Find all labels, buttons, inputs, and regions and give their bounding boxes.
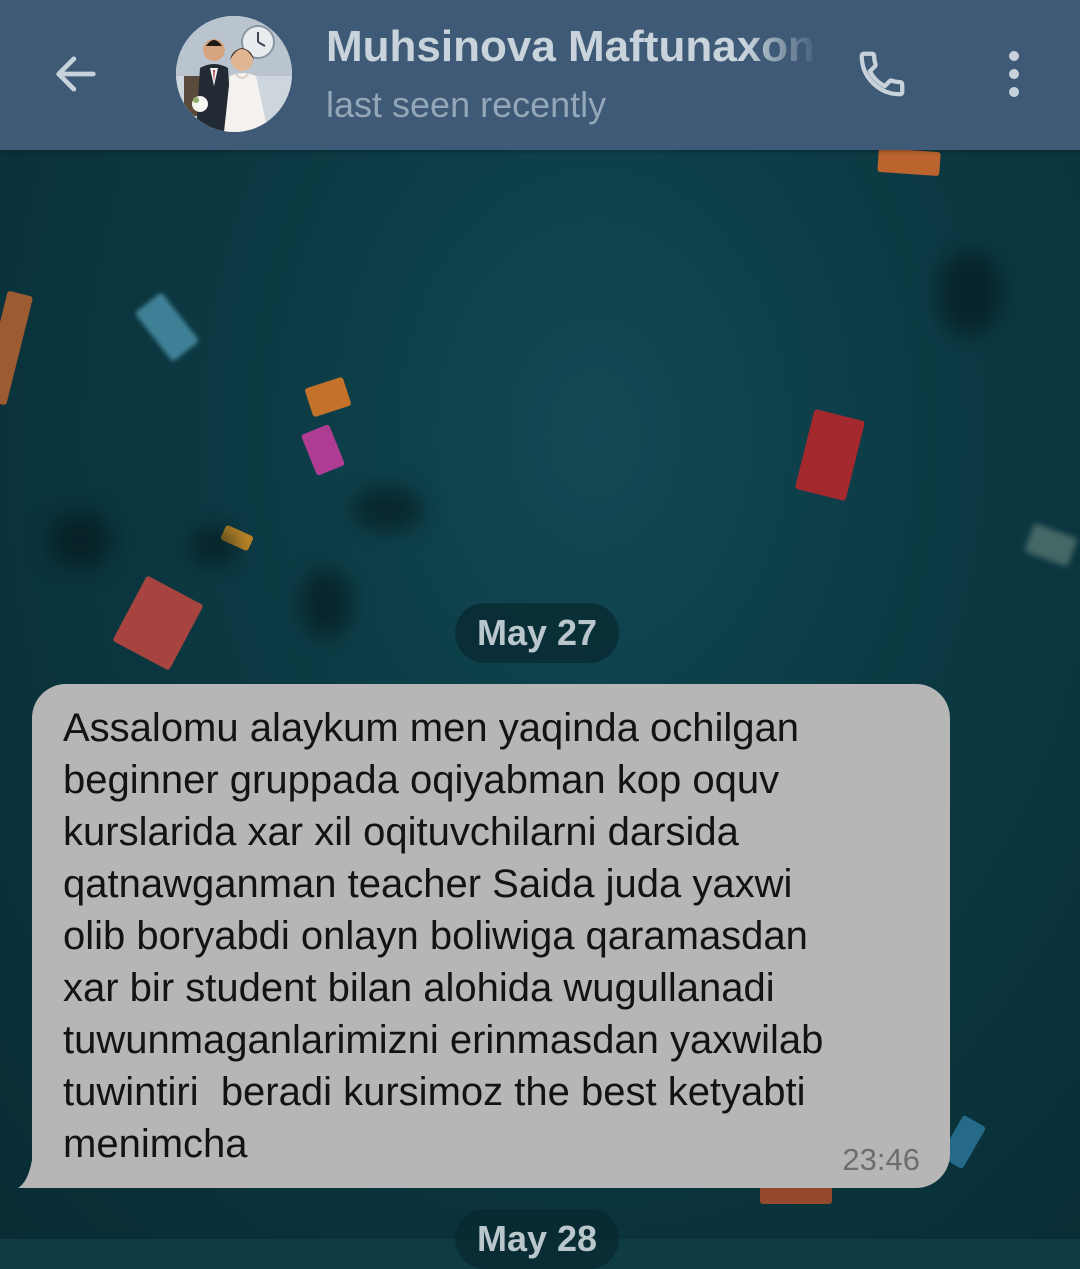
contact-status: last seen recently	[326, 84, 607, 125]
avatar-photo	[176, 16, 292, 132]
call-button[interactable]	[846, 38, 918, 110]
message-text: Assalomu alaykum men yaqinda ochilgan be…	[63, 706, 824, 1166]
date-separator: May 28	[455, 1209, 620, 1269]
more-options-button[interactable]	[978, 38, 1050, 110]
chat-title-area[interactable]: Muhsinova Maftunaxon last seen recently	[326, 18, 826, 130]
back-button[interactable]	[40, 38, 112, 110]
message-time: 23:46	[842, 1142, 920, 1177]
contact-name: Muhsinova Maftunaxon	[326, 22, 815, 71]
phone-icon	[859, 51, 905, 97]
more-vertical-icon	[1009, 51, 1019, 97]
date-separator: May 27	[455, 603, 620, 663]
message-bubble[interactable]: Assalomu alaykum men yaqinda ochilgan be…	[32, 684, 950, 1188]
contact-avatar[interactable]	[176, 16, 292, 132]
arrow-left-icon	[56, 56, 96, 92]
chat-header: Muhsinova Maftunaxon last seen recently	[0, 0, 1080, 150]
